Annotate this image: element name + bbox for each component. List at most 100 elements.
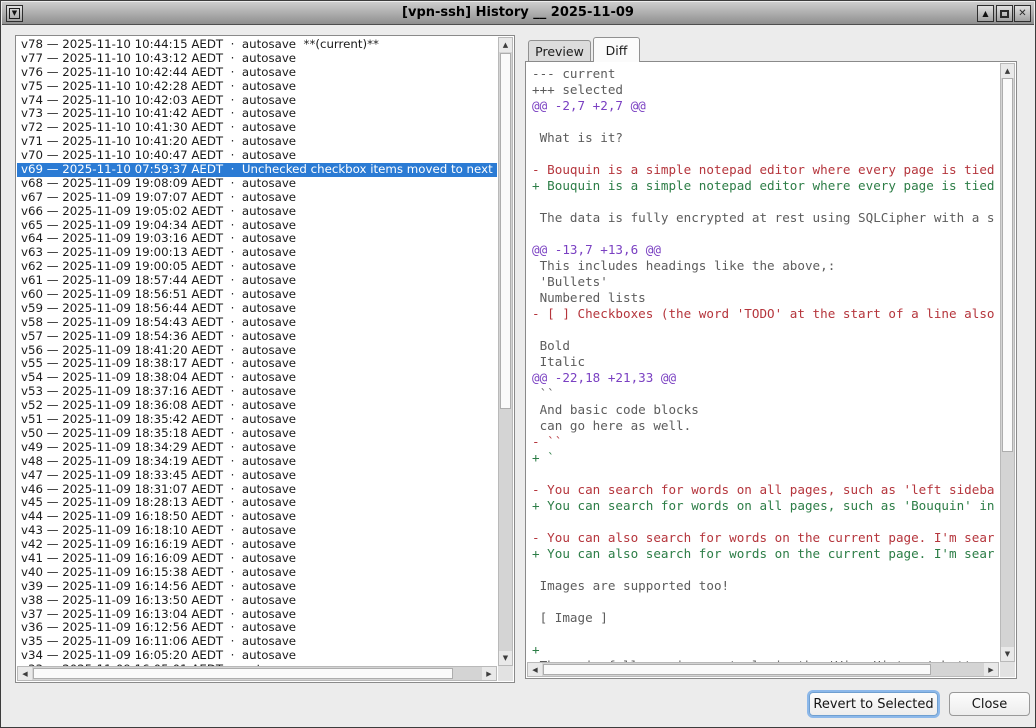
diff-text: --- current+++ selected@@ -2,7 +2,7 @@ W… (525, 61, 1017, 679)
diff-line (532, 114, 1000, 130)
list-item[interactable]: v49 — 2025-11-09 18:34:29 AEDT · autosav… (17, 441, 497, 455)
window-title: [vpn-ssh] History __ 2025-11-09 (2, 5, 1034, 20)
list-item[interactable]: v38 — 2025-11-09 16:13:50 AEDT · autosav… (17, 594, 497, 608)
scroll-up-icon[interactable]: ▲ (499, 38, 512, 52)
scroll-up-icon[interactable]: ▲ (1001, 64, 1014, 78)
revert-to-selected-label: Revert to Selected (813, 697, 933, 712)
close-button[interactable]: Close (949, 692, 1030, 716)
list-item[interactable]: v46 — 2025-11-09 18:31:07 AEDT · autosav… (17, 483, 497, 497)
list-item[interactable]: v45 — 2025-11-09 18:28:13 AEDT · autosav… (17, 496, 497, 510)
list-item[interactable]: v40 — 2025-11-09 16:15:38 AEDT · autosav… (17, 566, 497, 580)
list-item[interactable]: v63 — 2025-11-09 19:00:13 AEDT · autosav… (17, 246, 497, 260)
close-button-label: Close (972, 697, 1007, 712)
list-item[interactable]: v59 — 2025-11-09 18:56:44 AEDT · autosav… (17, 302, 497, 316)
list-item[interactable]: v78 — 2025-11-10 10:44:15 AEDT · autosav… (17, 38, 497, 52)
list-item[interactable]: v44 — 2025-11-09 16:18:50 AEDT · autosav… (17, 510, 497, 524)
diff-line (532, 626, 1000, 642)
history-list: v78 — 2025-11-10 10:44:15 AEDT · autosav… (15, 35, 515, 683)
list-hscrollbar-thumb[interactable] (33, 668, 453, 679)
list-item[interactable]: v62 — 2025-11-09 19:00:05 AEDT · autosav… (17, 260, 497, 274)
tab-diff-label: Diff (606, 43, 628, 58)
list-item[interactable]: v66 — 2025-11-09 19:05:02 AEDT · autosav… (17, 205, 497, 219)
scroll-down-icon[interactable]: ▼ (499, 651, 512, 665)
list-item[interactable]: v52 — 2025-11-09 18:36:08 AEDT · autosav… (17, 399, 497, 413)
diff-line: Italic (532, 354, 1000, 370)
list-item[interactable]: v48 — 2025-11-09 18:34:19 AEDT · autosav… (17, 455, 497, 469)
diff-line: - Bouquin is a simple notepad editor whe… (532, 162, 1000, 178)
diff-line: The data is fully encrypted at rest usin… (532, 210, 1000, 226)
list-item[interactable]: v71 — 2025-11-10 10:41:20 AEDT · autosav… (17, 135, 497, 149)
list-item[interactable]: v57 — 2025-11-09 18:54:36 AEDT · autosav… (17, 330, 497, 344)
list-item[interactable]: v69 — 2025-11-10 07:59:37 AEDT · Uncheck… (17, 163, 497, 177)
list-item[interactable]: v56 — 2025-11-09 18:41:20 AEDT · autosav… (17, 344, 497, 358)
diff-line: + You can search for words on all pages,… (532, 498, 1000, 514)
list-item[interactable]: v50 — 2025-11-09 18:35:18 AEDT · autosav… (17, 427, 497, 441)
list-item[interactable]: v47 — 2025-11-09 18:33:45 AEDT · autosav… (17, 469, 497, 483)
diff-vscrollbar-thumb[interactable] (1002, 78, 1013, 452)
diff-line (532, 514, 1000, 530)
list-item[interactable]: v61 — 2025-11-09 18:57:44 AEDT · autosav… (17, 274, 497, 288)
diff-hscrollbar[interactable]: ◀ ▶ (527, 662, 999, 677)
list-item[interactable]: v72 — 2025-11-10 10:41:30 AEDT · autosav… (17, 121, 497, 135)
list-hscrollbar[interactable]: ◀ ▶ (17, 666, 497, 681)
list-item[interactable]: v43 — 2025-11-09 16:18:10 AEDT · autosav… (17, 524, 497, 538)
diff-line: - You can search for words on all pages,… (532, 482, 1000, 498)
list-item[interactable]: v34 — 2025-11-09 16:05:20 AEDT · autosav… (17, 649, 497, 663)
list-item[interactable]: v39 — 2025-11-09 16:14:56 AEDT · autosav… (17, 580, 497, 594)
diff-line (532, 226, 1000, 242)
diff-line: @@ -13,7 +13,6 @@ (532, 242, 1000, 258)
list-item[interactable]: v37 — 2025-11-09 16:13:04 AEDT · autosav… (17, 608, 497, 622)
titlebar-close-button[interactable]: ✕ (1014, 5, 1031, 22)
list-vscrollbar-thumb[interactable] (500, 53, 511, 409)
shade-button[interactable]: ▲ (977, 5, 994, 22)
list-item[interactable]: v60 — 2025-11-09 18:56:51 AEDT · autosav… (17, 288, 497, 302)
list-item[interactable]: v41 — 2025-11-09 16:16:09 AEDT · autosav… (17, 552, 497, 566)
history-window: ▼ [vpn-ssh] History __ 2025-11-09 ▲ ✕ v7… (0, 0, 1036, 728)
list-item[interactable]: v42 — 2025-11-09 16:16:19 AEDT · autosav… (17, 538, 497, 552)
diff-hscrollbar-thumb[interactable] (543, 664, 931, 675)
scroll-right-icon[interactable]: ▶ (482, 667, 496, 680)
list-item[interactable]: v54 — 2025-11-09 18:38:04 AEDT · autosav… (17, 371, 497, 385)
list-item[interactable]: v75 — 2025-11-10 10:42:28 AEDT · autosav… (17, 80, 497, 94)
list-item[interactable]: v67 — 2025-11-09 19:07:07 AEDT · autosav… (17, 191, 497, 205)
diff-line (532, 146, 1000, 162)
list-item[interactable]: v51 — 2025-11-09 18:35:42 AEDT · autosav… (17, 413, 497, 427)
tab-diff[interactable]: Diff (593, 37, 640, 62)
scroll-left-icon[interactable]: ◀ (528, 663, 542, 676)
list-vscrollbar[interactable]: ▲ ▼ (498, 37, 513, 666)
scroll-left-icon[interactable]: ◀ (18, 667, 32, 680)
diff-line: @@ -2,7 +2,7 @@ (532, 98, 1000, 114)
list-item[interactable]: v65 — 2025-11-09 19:04:34 AEDT · autosav… (17, 219, 497, 233)
list-item[interactable]: v70 — 2025-11-10 10:40:47 AEDT · autosav… (17, 149, 497, 163)
diff-line: [ Image ] (532, 610, 1000, 626)
diff-vscrollbar[interactable]: ▲ ▼ (1000, 63, 1015, 662)
diff-line: + You can also search for words on the c… (532, 546, 1000, 562)
list-item[interactable]: v55 — 2025-11-09 18:38:17 AEDT · autosav… (17, 357, 497, 371)
diff-line: Numbered lists (532, 290, 1000, 306)
diff-line: @@ -22,18 +21,33 @@ (532, 370, 1000, 386)
tab-preview[interactable]: Preview (528, 40, 591, 62)
revert-to-selected-button[interactable]: Revert to Selected (809, 692, 938, 716)
scroll-right-icon[interactable]: ▶ (984, 663, 998, 676)
scroll-down-icon[interactable]: ▼ (1001, 647, 1014, 661)
list-item[interactable]: v35 — 2025-11-09 16:11:06 AEDT · autosav… (17, 635, 497, 649)
diff-line: - [ ] Checkboxes (the word 'TODO' at the… (532, 306, 1000, 322)
diff-line: + Bouquin is a simple notepad editor whe… (532, 178, 1000, 194)
list-item[interactable]: v73 — 2025-11-10 10:41:42 AEDT · autosav… (17, 107, 497, 121)
list-item[interactable]: v53 — 2025-11-09 18:37:16 AEDT · autosav… (17, 385, 497, 399)
list-item[interactable]: v74 — 2025-11-10 10:42:03 AEDT · autosav… (17, 94, 497, 108)
maximize-button[interactable] (996, 5, 1013, 22)
diff-line (532, 562, 1000, 578)
list-item[interactable]: v36 — 2025-11-09 16:12:56 AEDT · autosav… (17, 621, 497, 635)
diff-line (532, 466, 1000, 482)
list-item[interactable]: v64 — 2025-11-09 19:03:16 AEDT · autosav… (17, 232, 497, 246)
shade-icon: ▲ (982, 9, 988, 18)
list-item[interactable]: v76 — 2025-11-10 10:42:44 AEDT · autosav… (17, 66, 497, 80)
list-item[interactable]: v77 — 2025-11-10 10:43:12 AEDT · autosav… (17, 52, 497, 66)
list-item[interactable]: v58 — 2025-11-09 18:54:43 AEDT · autosav… (17, 316, 497, 330)
diff-line: + ` (532, 450, 1000, 466)
diff-line: This includes headings like the above,: (532, 258, 1000, 274)
list-item[interactable]: v68 — 2025-11-09 19:08:09 AEDT · autosav… (17, 177, 497, 191)
close-icon: ✕ (1018, 8, 1026, 19)
diff-line (532, 594, 1000, 610)
